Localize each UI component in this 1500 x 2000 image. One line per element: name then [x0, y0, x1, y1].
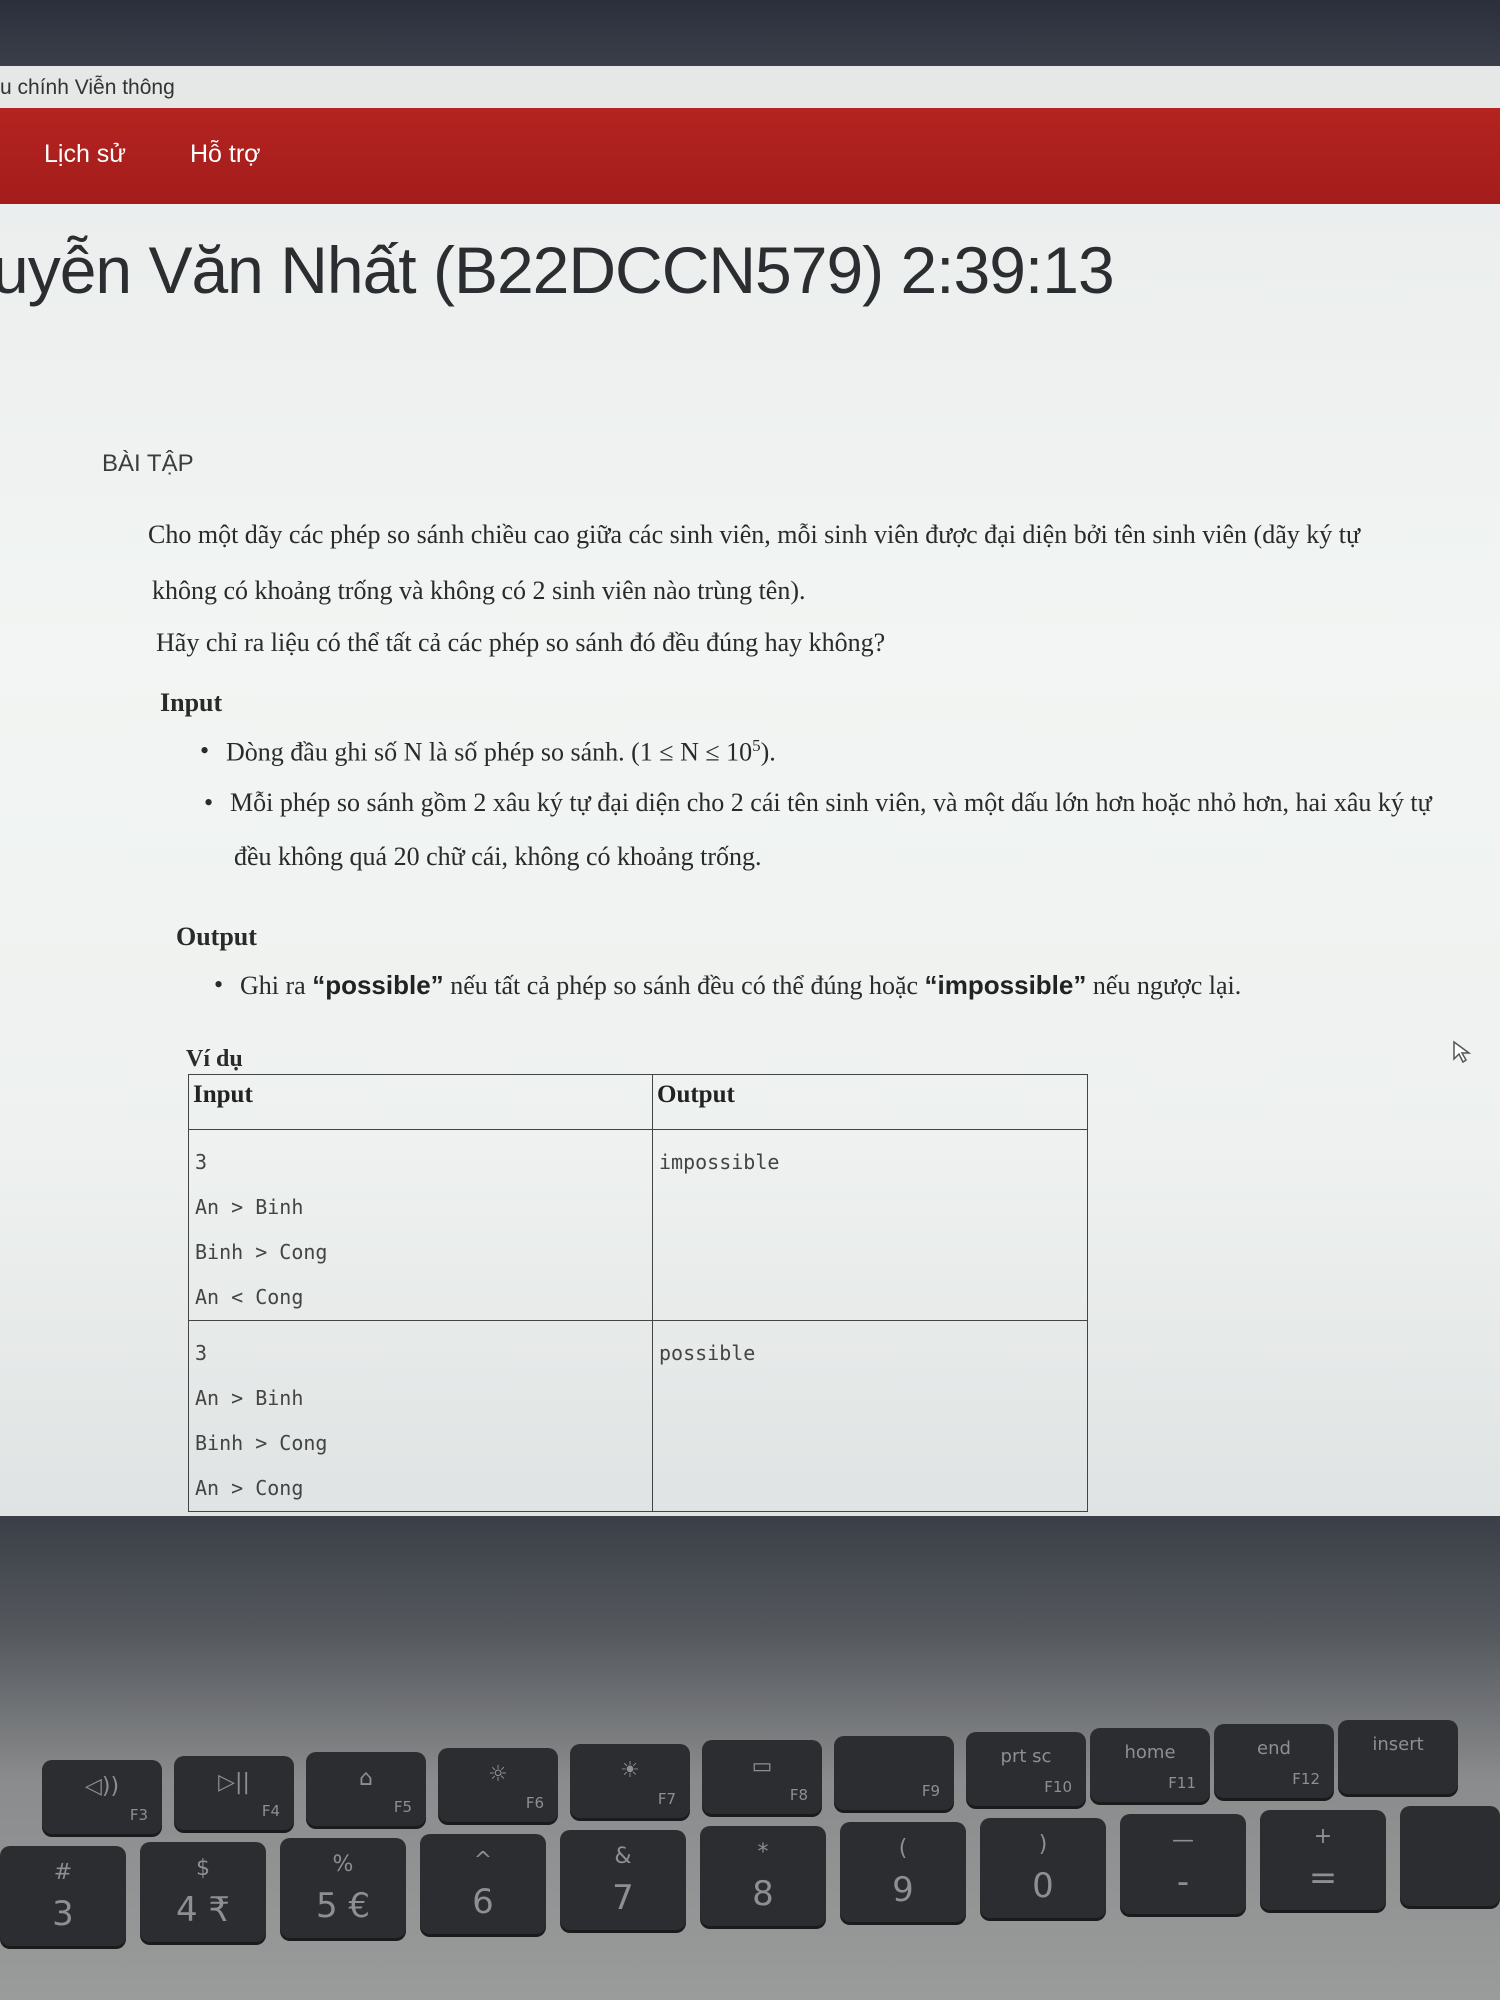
output-heading: Output: [176, 922, 257, 951]
input-bullet-1-text: Dòng đầu ghi số N là số phép so sánh.: [226, 737, 632, 767]
play-pause-icon: ▷||: [218, 1770, 250, 1795]
input-line: An < Cong: [195, 1285, 304, 1309]
display-switch-icon: ▭: [751, 1754, 773, 1779]
problem-question: Hãy chỉ ra liệu có thể tất cả các phép s…: [156, 628, 886, 657]
key-minus[interactable]: — -: [1120, 1814, 1246, 1914]
col-header-input: Input: [188, 1074, 653, 1130]
input-bullet-1: Dòng đầu ghi số N là số phép so sánh. (1…: [200, 736, 776, 768]
example-table: Input Output 3 An > Binh Binh > Cong An …: [188, 1074, 1088, 1512]
input-bullet-1-math: (1 ≤ N ≤ 10: [631, 737, 753, 767]
key-7[interactable]: & 7: [560, 1830, 686, 1930]
section-label: BÀI TẬP: [102, 450, 194, 477]
col-header-output: Output: [652, 1074, 1088, 1130]
brightness-down-icon: ☼: [488, 1762, 508, 1787]
nav-bar: Lịch sử Hỗ trợ: [0, 108, 1500, 204]
key-home[interactable]: home F11: [1090, 1728, 1210, 1802]
output-text-post: nếu ngược lại.: [1086, 971, 1242, 1000]
nav-item-support[interactable]: Hỗ trợ: [190, 140, 261, 169]
example-input-cell: 3 An > Binh Binh > Cong An < Cong: [188, 1129, 653, 1321]
site-name: u chính Viễn thông: [0, 76, 175, 99]
example-output-cell: impossible: [652, 1129, 1088, 1321]
table-row: 3 An > Binh Binh > Cong An < Cong imposs…: [188, 1129, 1088, 1321]
key-5[interactable]: % 5 €: [280, 1838, 406, 1938]
table-row: 3 An > Binh Binh > Cong An > Cong possib…: [188, 1320, 1088, 1512]
key-equals[interactable]: + =: [1260, 1810, 1386, 1910]
key-3[interactable]: # 3: [0, 1846, 126, 1946]
key-f6[interactable]: ☼ F6: [438, 1748, 558, 1822]
example-input-cell: 3 An > Binh Binh > Cong An > Cong: [188, 1320, 653, 1512]
output-keyword-impossible: “impossible”: [924, 970, 1087, 1000]
key-f3[interactable]: ◁)) F3: [42, 1760, 162, 1834]
input-bullet-2-line1: Mỗi phép so sánh gồm 2 xâu ký tự đại diệ…: [230, 788, 1432, 817]
volume-icon: ◁)): [84, 1774, 120, 1799]
output-line: impossible: [659, 1150, 780, 1174]
key-backspace[interactable]: [1400, 1806, 1500, 1906]
page-title: uyễn Văn Nhất (B22DCCN579) 2:39:13: [0, 233, 1115, 307]
input-heading: Input: [160, 688, 223, 717]
key-f5[interactable]: ⌂ F5: [306, 1752, 426, 1826]
output-text-mid: nếu tất cả phép so sánh đều có thể đúng …: [443, 971, 925, 1000]
output-keyword-possible: “possible”: [312, 970, 444, 1000]
example-heading: Ví dụ: [186, 1046, 243, 1072]
output-line: possible: [659, 1341, 756, 1365]
input-line: An > Binh: [195, 1386, 304, 1410]
input-bullet-2-line2: đều không quá 20 chữ cái, không có khoản…: [234, 842, 762, 871]
mouse-pointer-icon: [1453, 1040, 1472, 1064]
laptop-keyboard: ◁)) F3 ▷|| F4 ⌂ F5 ☼ F6 ☀ F7 ▭ F8 F9 prt…: [0, 1516, 1500, 2000]
input-line: Binh > Cong: [195, 1240, 328, 1264]
input-line: An > Cong: [195, 1476, 304, 1500]
input-bullet-1-exponent: 5: [752, 736, 761, 755]
problem-paragraph-line2: không có khoảng trống và không có 2 sinh…: [152, 576, 806, 605]
site-header-bar: u chính Viễn thông: [0, 66, 1500, 109]
key-6[interactable]: ^ 6: [420, 1834, 546, 1934]
key-4[interactable]: $ 4 ₹: [140, 1842, 266, 1942]
problem-paragraph-line1: Cho một dãy các phép so sánh chiều cao g…: [148, 520, 1361, 549]
brightness-up-icon: ☀: [620, 1758, 640, 1783]
example-output-cell: possible: [652, 1320, 1088, 1512]
input-line: 3: [195, 1341, 208, 1365]
example-table-header: Input Output: [188, 1074, 1088, 1130]
output-text-pre: Ghi ra: [240, 971, 313, 1000]
output-bullet: Ghi ra “possible” nếu tất cả phép so sán…: [214, 970, 1242, 1001]
key-f4[interactable]: ▷|| F4: [174, 1756, 294, 1830]
input-line: 3: [195, 1150, 208, 1174]
input-line: Binh > Cong: [195, 1431, 328, 1455]
key-f9[interactable]: F9: [834, 1736, 954, 1810]
input-line: An > Binh: [195, 1195, 304, 1219]
key-f8[interactable]: ▭ F8: [702, 1740, 822, 1814]
input-bullet-2: Mỗi phép so sánh gồm 2 xâu ký tự đại diệ…: [204, 788, 1432, 818]
laptop-bezel: [0, 0, 1500, 66]
input-bullet-1-end: ).: [760, 737, 776, 767]
key-prtsc[interactable]: prt sc F10: [966, 1732, 1086, 1806]
browser-screen: u chính Viễn thông Lịch sử Hỗ trợ uyễn V…: [0, 66, 1500, 1516]
key-end[interactable]: end F12: [1214, 1724, 1334, 1798]
key-0[interactable]: ) 0: [980, 1818, 1106, 1918]
key-9[interactable]: ( 9: [840, 1822, 966, 1922]
key-f7[interactable]: ☀ F7: [570, 1744, 690, 1818]
key-8[interactable]: * 8: [700, 1826, 826, 1926]
key-insert[interactable]: insert: [1338, 1720, 1458, 1794]
nav-item-history[interactable]: Lịch sử: [44, 140, 126, 169]
keyboard-backlight-icon: ⌂: [359, 1766, 373, 1791]
